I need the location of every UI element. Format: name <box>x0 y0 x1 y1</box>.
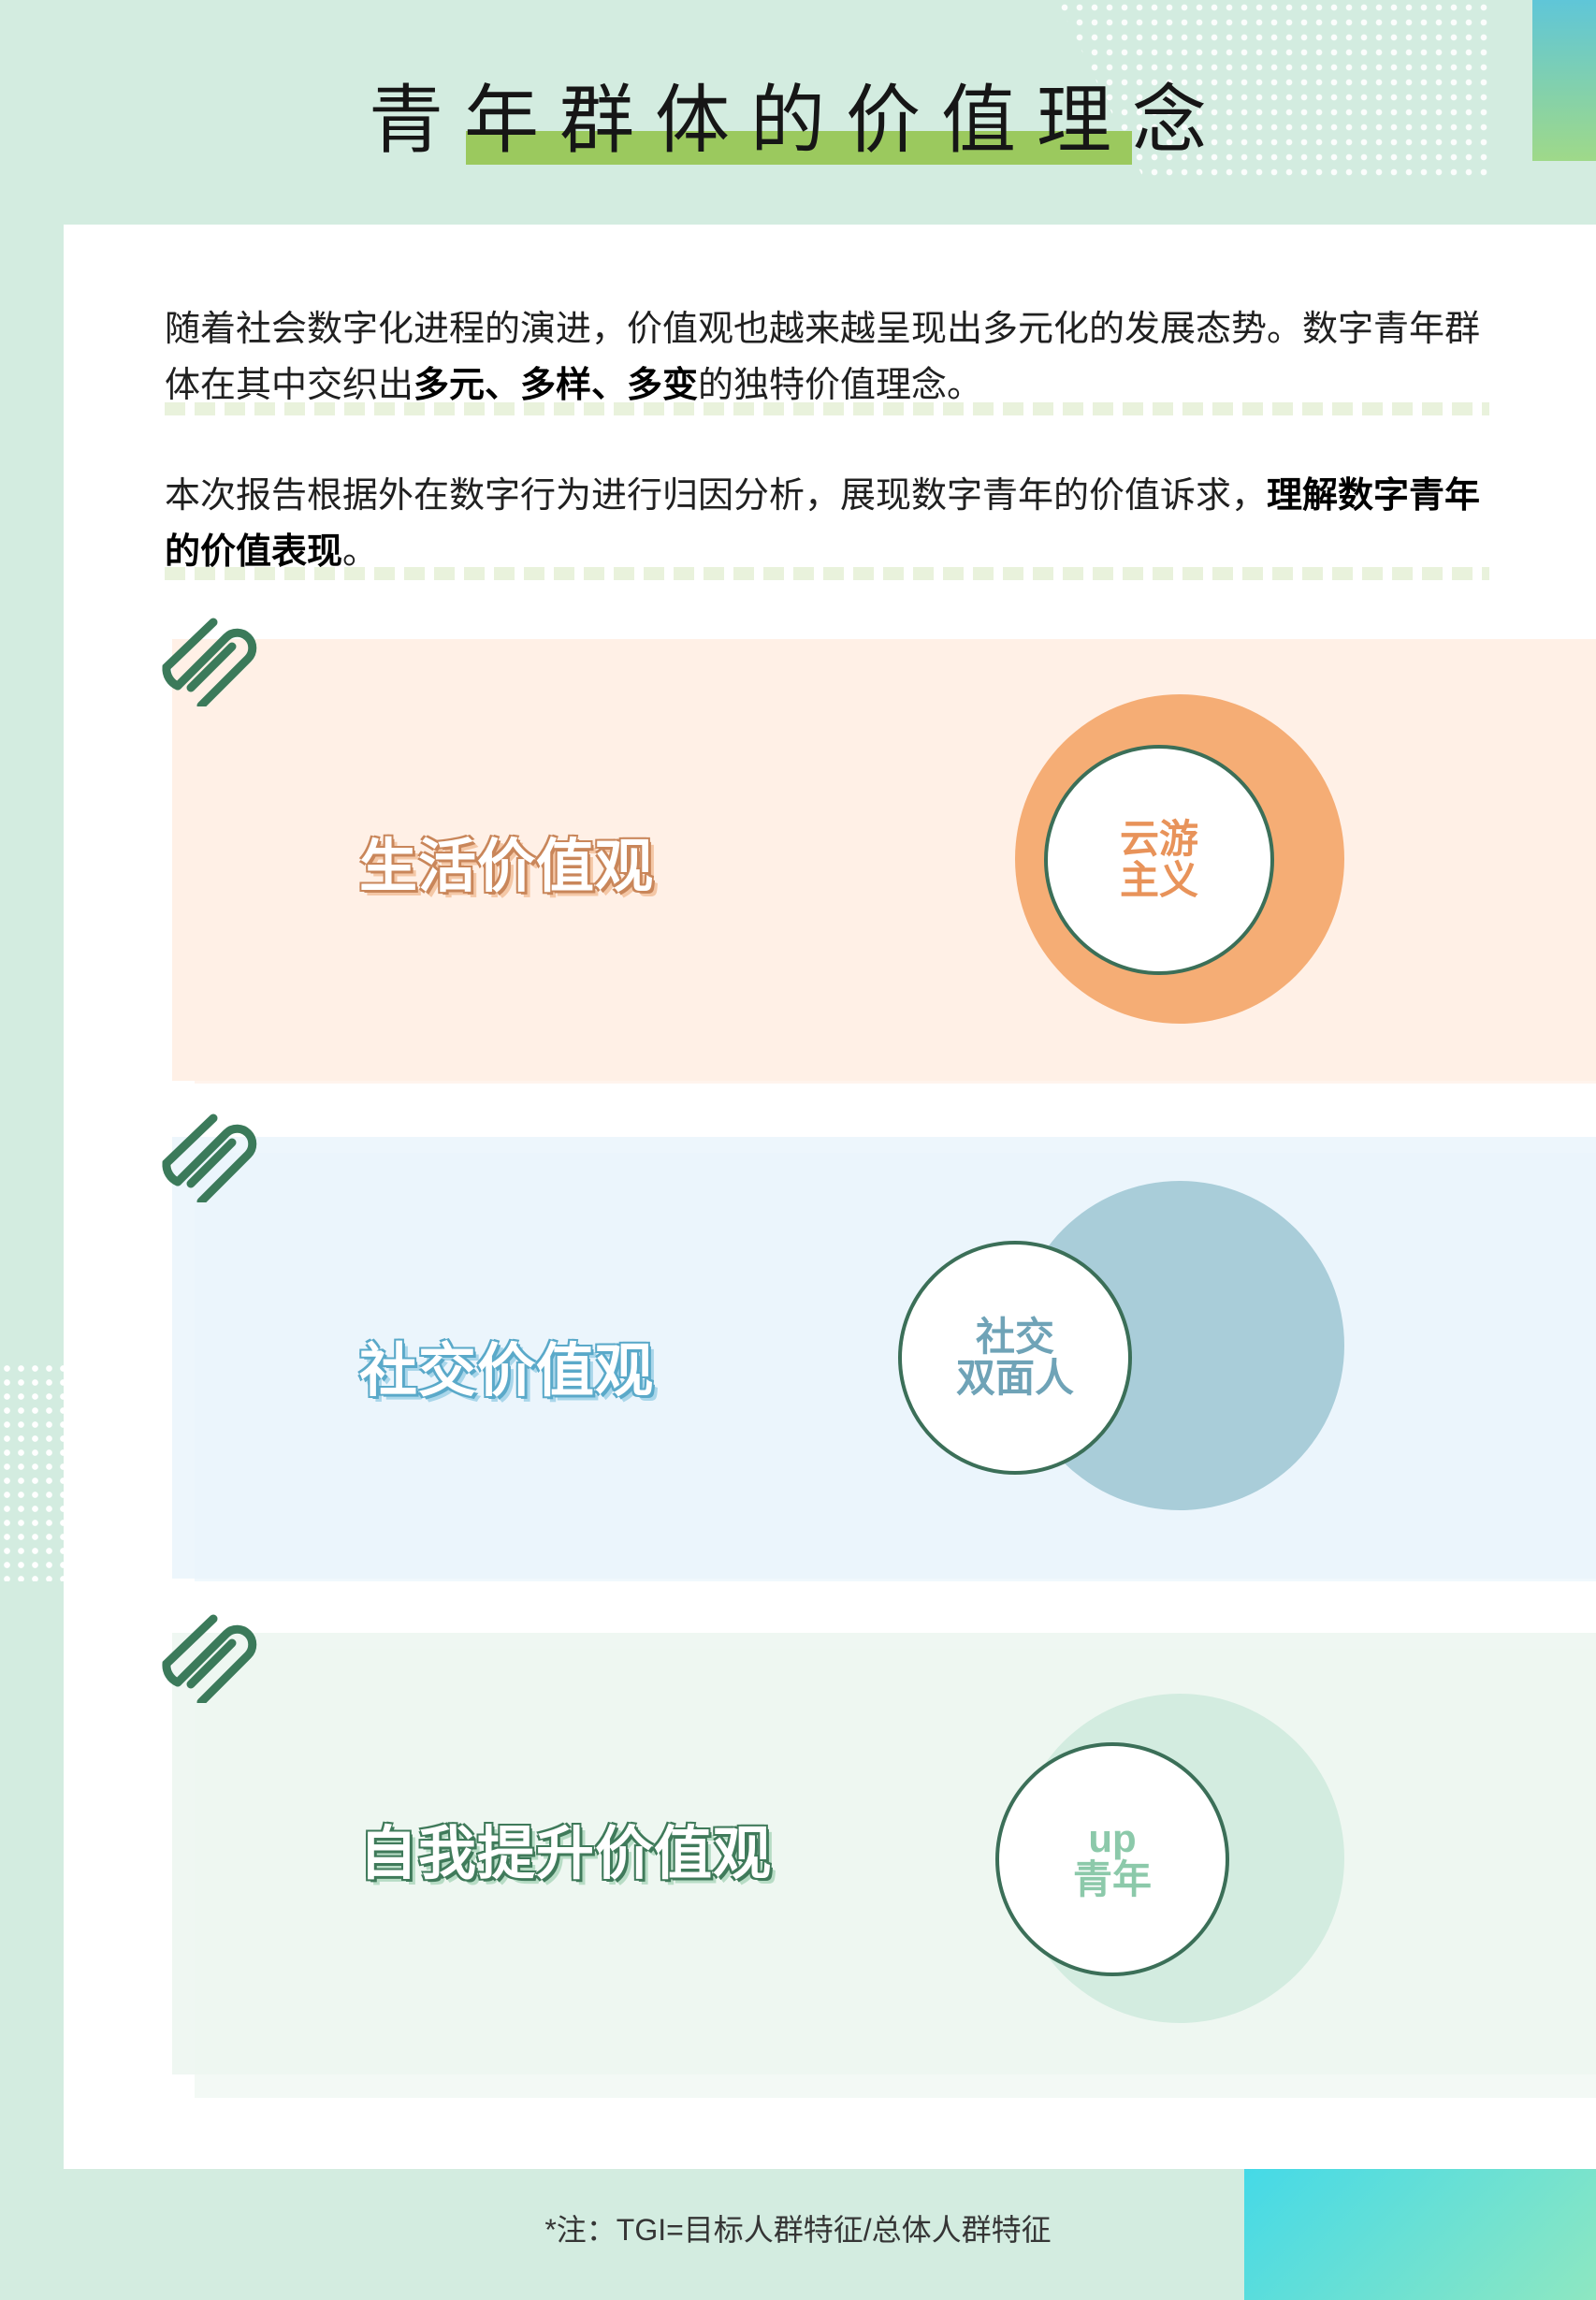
circle-label-line-2: 双面人 <box>955 1356 1074 1400</box>
intro-paragraph-1: 随着社会数字化进程的演进，价值观也越来越呈现出多元化的发展态势。数字青年群体在其… <box>165 301 1484 414</box>
value-circle-inner: 社交 双面人 <box>898 1241 1132 1475</box>
section-heading-social: 社交价值观 <box>359 1339 655 1404</box>
paperclip-icon <box>159 1609 262 1703</box>
value-circle-inner: up 青年 <box>995 1742 1229 1976</box>
circle-label-line-2: 青年 <box>1072 1857 1152 1901</box>
dashed-divider <box>165 567 1489 580</box>
paperclip-icon <box>159 613 262 706</box>
footnote: *注：TGI=目标人群特征/总体人群特征 <box>544 2213 1052 2247</box>
dashed-divider <box>165 402 1489 415</box>
intro-emphasis: 多元、多样、多变 <box>414 366 699 405</box>
section-heading-life: 生活价值观 <box>359 835 655 899</box>
circle-label-line-2: 主义 <box>1119 858 1198 902</box>
paperclip-icon <box>159 1109 262 1202</box>
intro-text: 的独特价值理念。 <box>698 366 983 405</box>
circle-label-line-1: 社交 <box>975 1315 1054 1359</box>
intro-paragraph-2: 本次报告根据外在数字行为进行归因分析，展现数字青年的价值诉求，理解数字青年的价值… <box>165 468 1484 580</box>
value-circle-inner: 云游 主义 <box>1044 745 1274 975</box>
intro-text: 。 <box>342 532 379 572</box>
decorative-dots-left <box>0 1361 64 1581</box>
circle-label-line-1: 云游 <box>1119 817 1198 861</box>
page-title: 青年群体的价值理念 <box>369 77 1227 164</box>
circle-label-line-1: up <box>1088 1816 1137 1860</box>
section-heading-growth: 自我提升价值观 <box>359 1822 773 1886</box>
intro-text: 本次报告根据外在数字行为进行归因分析，展现数字青年的价值诉求， <box>165 476 1268 516</box>
